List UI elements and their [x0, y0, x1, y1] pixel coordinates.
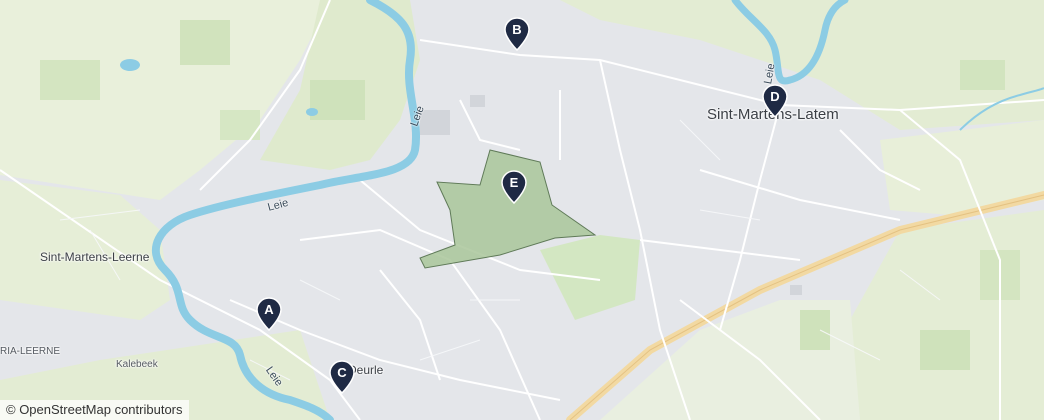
marker-label: E — [509, 175, 519, 190]
open-field — [540, 235, 640, 320]
pond — [306, 108, 318, 116]
map-marker-e[interactable]: E — [501, 170, 527, 204]
map[interactable]: Sint-Martens-Latem Sint-Martens-Leerne D… — [0, 0, 1044, 420]
map-marker-b[interactable]: B — [504, 17, 530, 51]
marker-label: D — [770, 89, 780, 104]
map-base-layer — [0, 0, 1044, 420]
map-attribution[interactable]: © OpenStreetMap contributors — [0, 400, 189, 420]
pond — [120, 59, 140, 71]
marker-label: C — [337, 365, 347, 380]
place-label-leerne-partial: RIA-LEERNE — [0, 346, 61, 357]
marker-label: A — [264, 302, 274, 317]
map-marker-a[interactable]: A — [256, 297, 282, 331]
marker-label: B — [512, 22, 522, 37]
map-marker-d[interactable]: D — [762, 84, 788, 118]
map-marker-c[interactable]: C — [329, 360, 355, 394]
place-label-kalebeek: Kalebeek — [116, 359, 158, 370]
place-label-sint-martens-leerne: Sint-Martens-Leerne — [40, 250, 150, 264]
